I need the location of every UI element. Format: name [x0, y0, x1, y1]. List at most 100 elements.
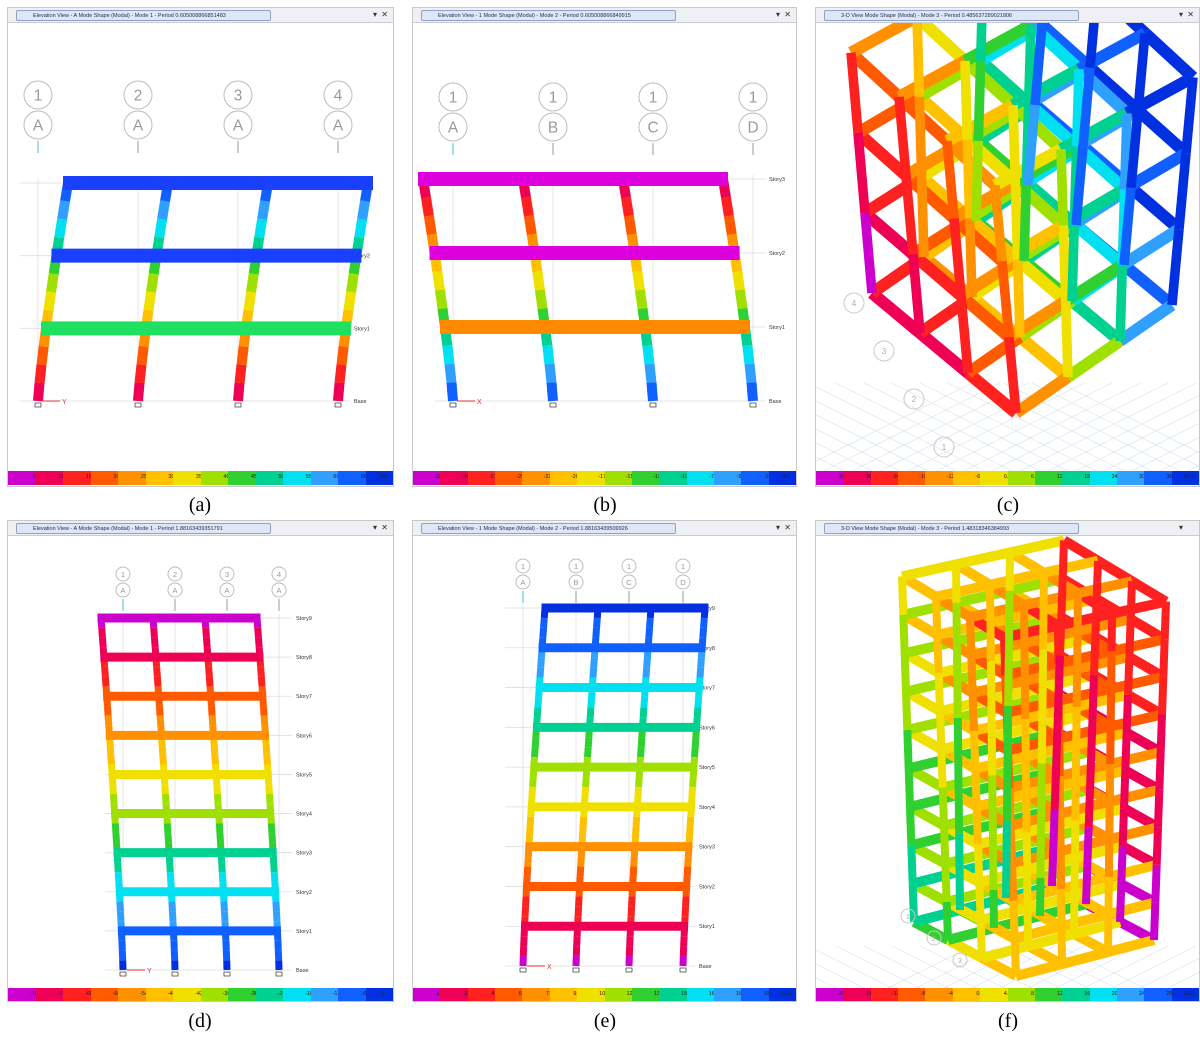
close-icon[interactable]: ✕ [381, 9, 388, 21]
elevation-view-e[interactable]: 1A1B1C1DStory9Story8Story7Story6Story5St… [413, 536, 796, 988]
column-segment [263, 754, 271, 765]
3d-view-c[interactable]: 4 3 2 1 [816, 23, 1199, 473]
view-tab[interactable]: Elevation View - A Mode Shape (Modal) - … [16, 10, 271, 21]
column-segment [210, 744, 219, 756]
column [1009, 900, 1019, 939]
chevron-down-icon[interactable]: ▾ [373, 522, 377, 534]
column [973, 60, 986, 142]
chevron-down-icon[interactable]: ▾ [776, 9, 780, 21]
legend-swatch: -240 [255, 988, 289, 1001]
story-label: Story2 [769, 251, 785, 257]
column-segment [254, 218, 268, 239]
column [1156, 714, 1166, 753]
ground-grid [1156, 946, 1199, 988]
grid-bubble-label: D [680, 578, 686, 587]
column [941, 863, 951, 903]
chevron-down-icon[interactable]: ▾ [776, 522, 780, 534]
column [934, 672, 944, 712]
column [970, 730, 980, 769]
column-segment [243, 291, 257, 311]
close-icon[interactable]: ✕ [784, 522, 791, 534]
column-segment [627, 906, 636, 917]
grid-bubble-label: 2 [932, 936, 936, 943]
elevation-view-b[interactable]: 1 A 1 B 1 C 1 D Story3 Story2 Story1 Base X [413, 23, 796, 473]
legend-label: 700 [378, 474, 388, 480]
elevation-view-a[interactable]: 1A2A3A4AStory3Story2Story1BaseY [8, 23, 393, 473]
beam [1109, 671, 1165, 694]
column-segment [213, 783, 221, 795]
legend-swatch: 600 [310, 471, 343, 485]
column-segment [526, 816, 535, 827]
grid-bubble-label: 1 [34, 88, 43, 105]
legend-label: 0.0 [782, 474, 790, 480]
close-icon[interactable]: ✕ [381, 522, 388, 534]
column [907, 845, 917, 884]
column-segment [46, 273, 59, 293]
view-tab[interactable]: Elevation View - A Mode Shape (Modal) - … [16, 523, 271, 534]
column-segment [642, 344, 655, 365]
grid-bubble-label: 3 [958, 958, 962, 965]
column-segment [156, 715, 165, 726]
column-segment [262, 744, 271, 756]
column [962, 139, 975, 219]
column [1052, 732, 1062, 771]
close-icon[interactable]: ✕ [784, 9, 791, 21]
column-segment [265, 793, 274, 805]
grid-bubble-label: 2 [173, 570, 177, 579]
viewport-panel-a[interactable]: Elevation View - A Mode Shape (Modal) - … [7, 7, 394, 487]
beam [1127, 183, 1183, 234]
legend-swatch: -2.5 [741, 471, 773, 485]
legend-swatch: -12.0 [870, 988, 904, 1001]
column-segment [334, 364, 347, 384]
column-segment [133, 382, 145, 402]
column-segment [531, 746, 539, 758]
chevron-down-icon[interactable]: ▾ [373, 9, 377, 21]
column-segment [101, 666, 109, 677]
column [937, 749, 947, 788]
legend-swatch: -28.0 [816, 988, 850, 1001]
column [1121, 732, 1131, 771]
beam [946, 923, 996, 945]
3d-view-f[interactable]: 1 2 3 [816, 536, 1199, 988]
legend-swatch: 0.0 [980, 471, 1011, 485]
beam [1109, 747, 1162, 769]
viewport-panel-b[interactable]: Elevation View - 1 Mode Shape (Modal) - … [412, 7, 797, 487]
beam [1108, 822, 1160, 845]
view-tab[interactable]: Elevation View - 1 Mode Shape (Modal) - … [421, 10, 676, 21]
beam [1108, 784, 1161, 807]
column-segment [621, 196, 634, 217]
close-icon[interactable]: ✕ [1187, 9, 1194, 21]
legend-swatch: -420 [173, 988, 206, 1001]
column-segment [236, 345, 249, 366]
column-segment [333, 382, 345, 402]
column [1086, 751, 1096, 790]
column [1092, 560, 1102, 600]
viewport-panel-f[interactable]: 3-D View Mode Shape (Modal) - Mode 3 - P… [815, 520, 1200, 1002]
elevation-view-d[interactable]: 1 A 2 A 3 A 4 A Story9 Story8 Story7 Story6 Story5 St… [8, 536, 393, 988]
column [1008, 104, 1021, 183]
column [1155, 751, 1165, 790]
view-tab[interactable]: Elevation View - 1 Mode Shape (Modal) - … [421, 523, 676, 534]
beam [1120, 260, 1176, 310]
viewport-panel-c[interactable]: 3-D View Mode Shape (Modal) - Mode 3 - P… [815, 7, 1200, 487]
title-bar: 3-D View Mode Shape (Modal) - Mode 3 - P… [816, 521, 1199, 536]
viewport-panel-e[interactable]: Elevation View - 1 Mode Shape (Modal) - … [412, 520, 797, 1002]
beam [911, 866, 961, 889]
legend-swatch: 0.0 [952, 988, 984, 1001]
legend-swatch: -540 [118, 988, 151, 1001]
view-tab[interactable]: 3-D View Mode Shape (Modal) - Mode 3 - P… [824, 523, 1079, 534]
viewport-panel-d[interactable]: Elevation View - A Mode Shape (Modal) - … [7, 520, 394, 1002]
support-icon [549, 402, 557, 408]
column-segment [114, 872, 123, 883]
column-segment [734, 289, 748, 310]
grid-bubble-label: A [224, 586, 230, 595]
view-tab[interactable]: 3-D View Mode Shape (Modal) - Mode 3 - P… [824, 10, 1079, 21]
column [1174, 152, 1191, 230]
column-segment [634, 786, 643, 798]
legend-swatch: -22.5 [522, 471, 556, 485]
column-segment [645, 627, 654, 639]
column [1124, 656, 1134, 695]
column-segment [521, 906, 530, 917]
chevron-down-icon[interactable]: ▾ [1179, 9, 1183, 21]
chevron-down-icon[interactable]: ▾ [1179, 522, 1183, 534]
